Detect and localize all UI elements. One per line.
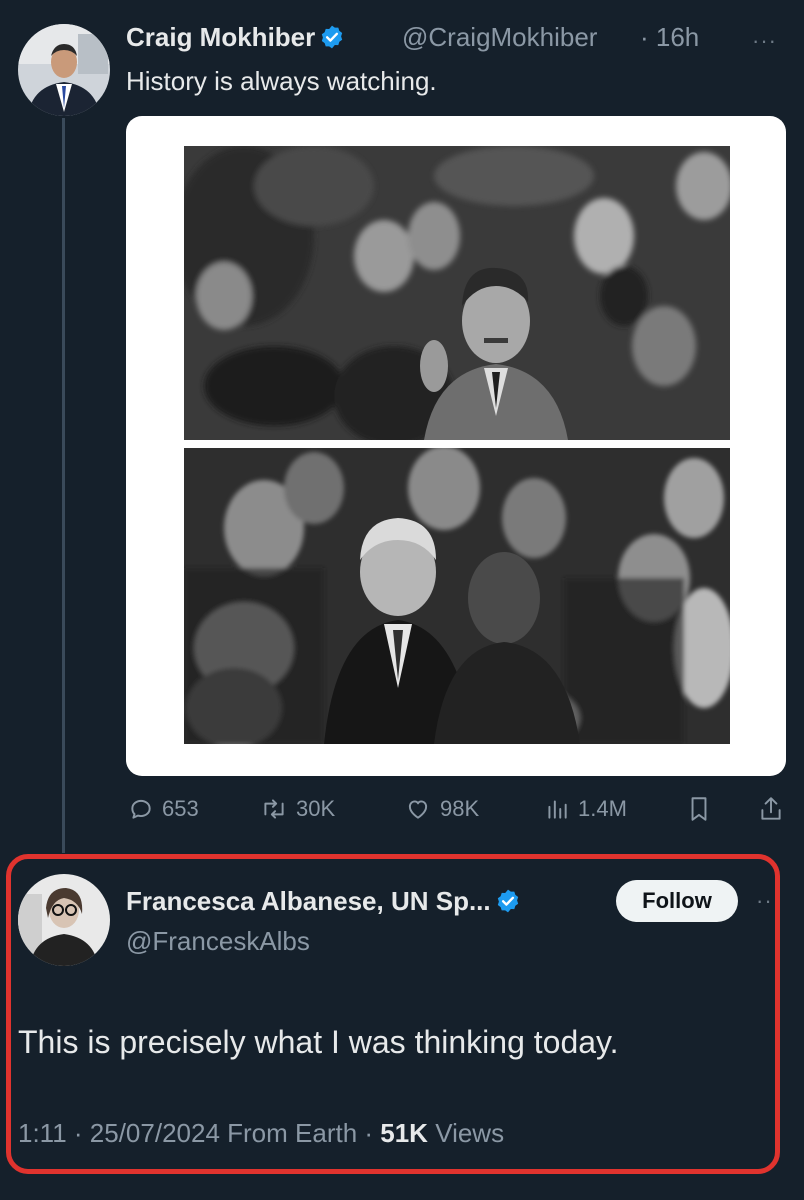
views-count: 1.4M: [578, 796, 627, 821]
verified-badge-icon: [495, 888, 521, 914]
heart-icon: [408, 800, 428, 819]
reply-count: 653: [162, 796, 199, 821]
like-button[interactable]: 98K: [404, 792, 479, 826]
author-name[interactable]: Craig Mokhiber: [126, 22, 345, 53]
more-options-icon[interactable]: ··: [756, 888, 773, 914]
author-handle[interactable]: @FranceskAlbs: [126, 926, 310, 957]
follow-button[interactable]: Follow: [616, 880, 738, 922]
reply-button[interactable]: 653: [128, 792, 199, 826]
reply-icon: [131, 799, 151, 819]
retweet-button[interactable]: 30K: [260, 792, 335, 826]
craig-avatar[interactable]: [18, 24, 110, 116]
thread-line: [62, 118, 65, 853]
author-name[interactable]: Francesca Albanese, UN Sp...: [126, 886, 521, 917]
bookmark-button[interactable]: [686, 792, 720, 826]
historical-photo[interactable]: [184, 146, 730, 440]
author-name-text[interactable]: Francesca Albanese, UN Sp...: [126, 886, 491, 916]
author-name-text[interactable]: Craig Mokhiber: [126, 22, 315, 52]
congress-photo[interactable]: [184, 448, 730, 744]
francesca-avatar[interactable]: [18, 874, 110, 966]
verified-badge-icon: [319, 24, 345, 50]
like-count: 98K: [440, 796, 480, 821]
tweet-text: This is precisely what I was thinking to…: [18, 1024, 619, 1060]
retweet-icon: [264, 799, 284, 819]
views-label: Views: [427, 1118, 505, 1148]
views-count: 51K: [380, 1118, 428, 1148]
author-handle[interactable]: @CraigMokhiber: [402, 22, 597, 53]
timestamp-and-source[interactable]: 1:11 · 25/07/2024 From Earth ·: [18, 1118, 380, 1148]
analytics-icon: [548, 800, 567, 819]
tweet-text: History is always watching.: [126, 66, 437, 96]
retweet-count: 30K: [296, 796, 336, 821]
more-options-icon[interactable]: ···: [752, 28, 777, 54]
views-button[interactable]: 1.4M: [544, 792, 627, 826]
tweet-timestamp[interactable]: · 16h: [640, 22, 699, 53]
share-button[interactable]: [758, 792, 792, 826]
share-icon: [761, 797, 781, 820]
bookmark-icon: [691, 797, 707, 821]
tweet-metadata: 1:11 · 25/07/2024 From Earth · 51K Views: [18, 1118, 504, 1149]
